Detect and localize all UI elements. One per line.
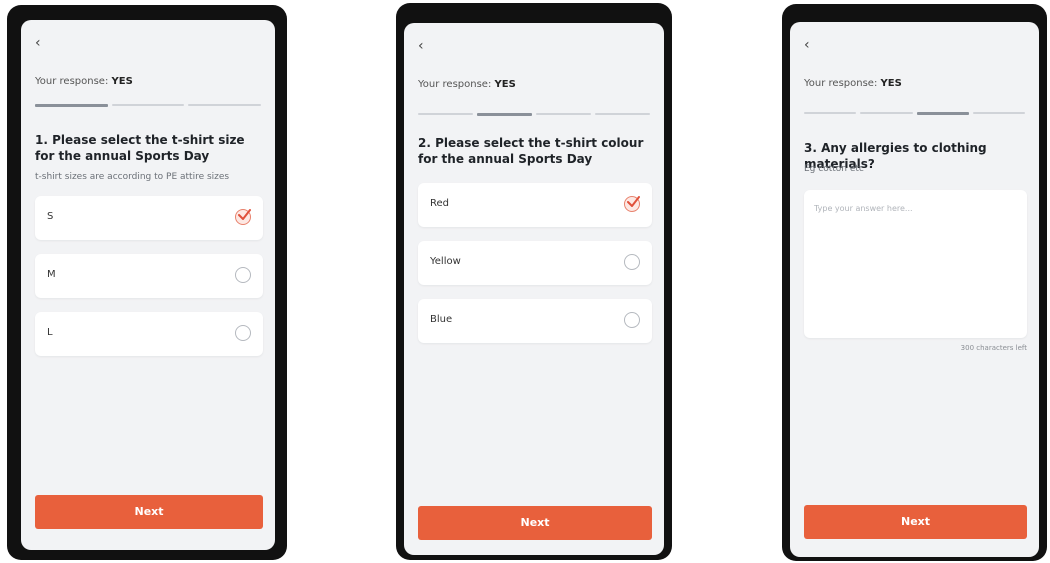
back-icon[interactable]: ‹: [35, 36, 41, 50]
next-button[interactable]: Next: [418, 506, 652, 540]
option-label: Blue: [430, 314, 453, 325]
next-button[interactable]: Next: [804, 505, 1027, 539]
progress-segment: [804, 112, 857, 114]
progress-segment: [972, 112, 1025, 114]
response-indicator: Your response: YES: [35, 76, 133, 87]
response-label: Your response:: [418, 79, 492, 90]
question-hint: Eg cotton etc: [804, 164, 864, 174]
response-label: Your response:: [35, 76, 109, 87]
progress-segment: [418, 113, 473, 115]
response-label: Your response:: [804, 78, 878, 89]
question-hint: t-shirt sizes are according to PE attire…: [35, 172, 230, 182]
phone-frame-1: ‹ Your response: YES 1. Please select th…: [7, 5, 287, 560]
screen-3: ‹ Your response: YES 3. Any allergies to…: [790, 22, 1039, 557]
radio-icon[interactable]: [235, 325, 251, 341]
option-red[interactable]: Red: [418, 183, 652, 227]
progress-segment: [477, 113, 532, 116]
progress-bar: [804, 112, 1025, 115]
radio-icon[interactable]: [624, 254, 640, 270]
screen-2: ‹ Your response: YES 2. Please select th…: [404, 23, 664, 555]
radio-icon[interactable]: [235, 267, 251, 283]
option-label: M: [47, 269, 56, 280]
response-value: YES: [494, 79, 516, 90]
screen-1: ‹ Your response: YES 1. Please select th…: [21, 20, 275, 550]
phone-frame-3: ‹ Your response: YES 3. Any allergies to…: [782, 4, 1047, 561]
character-counter: 300 characters left: [960, 344, 1027, 352]
question-title: 1. Please select the t-shirt size for th…: [35, 133, 245, 163]
option-m[interactable]: M: [35, 254, 263, 298]
option-blue[interactable]: Blue: [418, 299, 652, 343]
progress-bar: [418, 113, 650, 116]
progress-segment: [595, 113, 650, 115]
back-icon[interactable]: ‹: [418, 39, 424, 53]
option-s[interactable]: S: [35, 196, 263, 240]
back-icon[interactable]: ‹: [804, 38, 810, 52]
option-label: Red: [430, 198, 449, 209]
progress-bar: [35, 104, 262, 107]
response-value: YES: [111, 76, 133, 87]
check-icon[interactable]: [235, 209, 251, 225]
progress-segment: [536, 113, 591, 115]
radio-icon[interactable]: [624, 312, 640, 328]
response-indicator: Your response: YES: [418, 79, 516, 90]
progress-segment: [111, 104, 185, 106]
phone-frame-2: ‹ Your response: YES 2. Please select th…: [396, 3, 672, 560]
response-value: YES: [880, 78, 902, 89]
check-icon[interactable]: [624, 196, 640, 212]
answer-placeholder: Type your answer here...: [814, 204, 913, 213]
next-button[interactable]: Next: [35, 495, 263, 529]
answer-textarea[interactable]: Type your answer here...: [804, 190, 1027, 338]
option-l[interactable]: L: [35, 312, 263, 356]
progress-segment: [916, 112, 969, 115]
question-title: 2. Please select the t-shirt colour for …: [418, 136, 644, 166]
progress-segment: [860, 112, 913, 114]
progress-segment: [35, 104, 108, 107]
option-label: L: [47, 327, 53, 338]
option-yellow[interactable]: Yellow: [418, 241, 652, 285]
response-indicator: Your response: YES: [804, 78, 902, 89]
progress-segment: [188, 104, 262, 106]
option-label: Yellow: [430, 256, 461, 267]
option-label: S: [47, 211, 54, 222]
